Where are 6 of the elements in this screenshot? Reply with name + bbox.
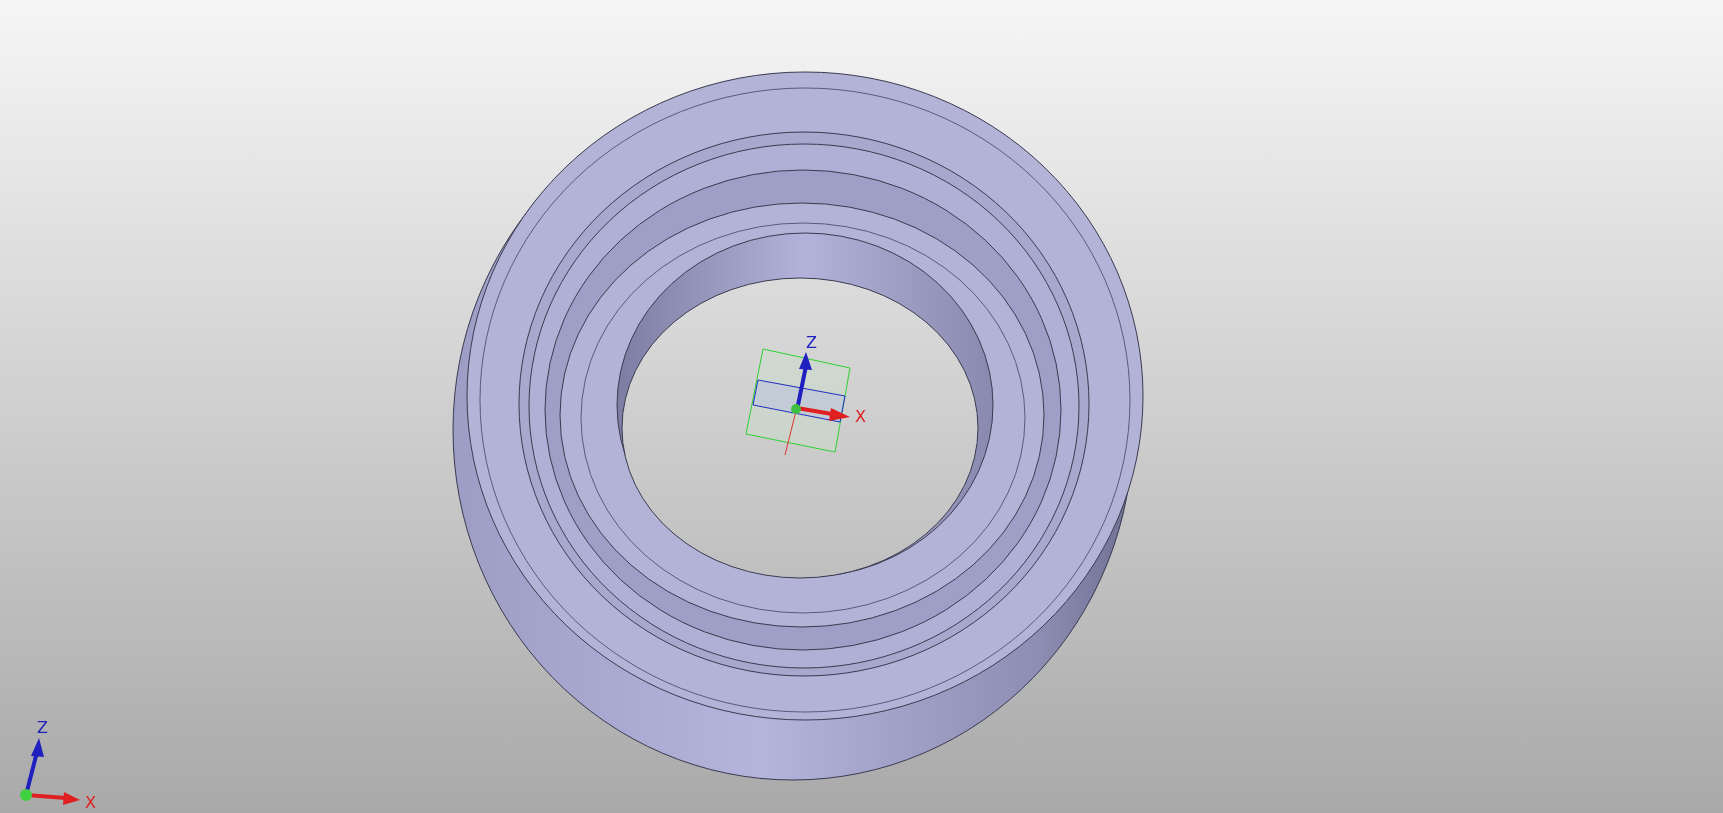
view-orientation-axes	[20, 738, 80, 805]
x-axis-label: X	[855, 407, 866, 426]
model-coordinate-triad[interactable]	[745, 348, 851, 456]
x-axis-label: X	[85, 793, 96, 812]
z-axis-label: Z	[806, 333, 817, 352]
z-axis-label: Z	[37, 718, 48, 737]
